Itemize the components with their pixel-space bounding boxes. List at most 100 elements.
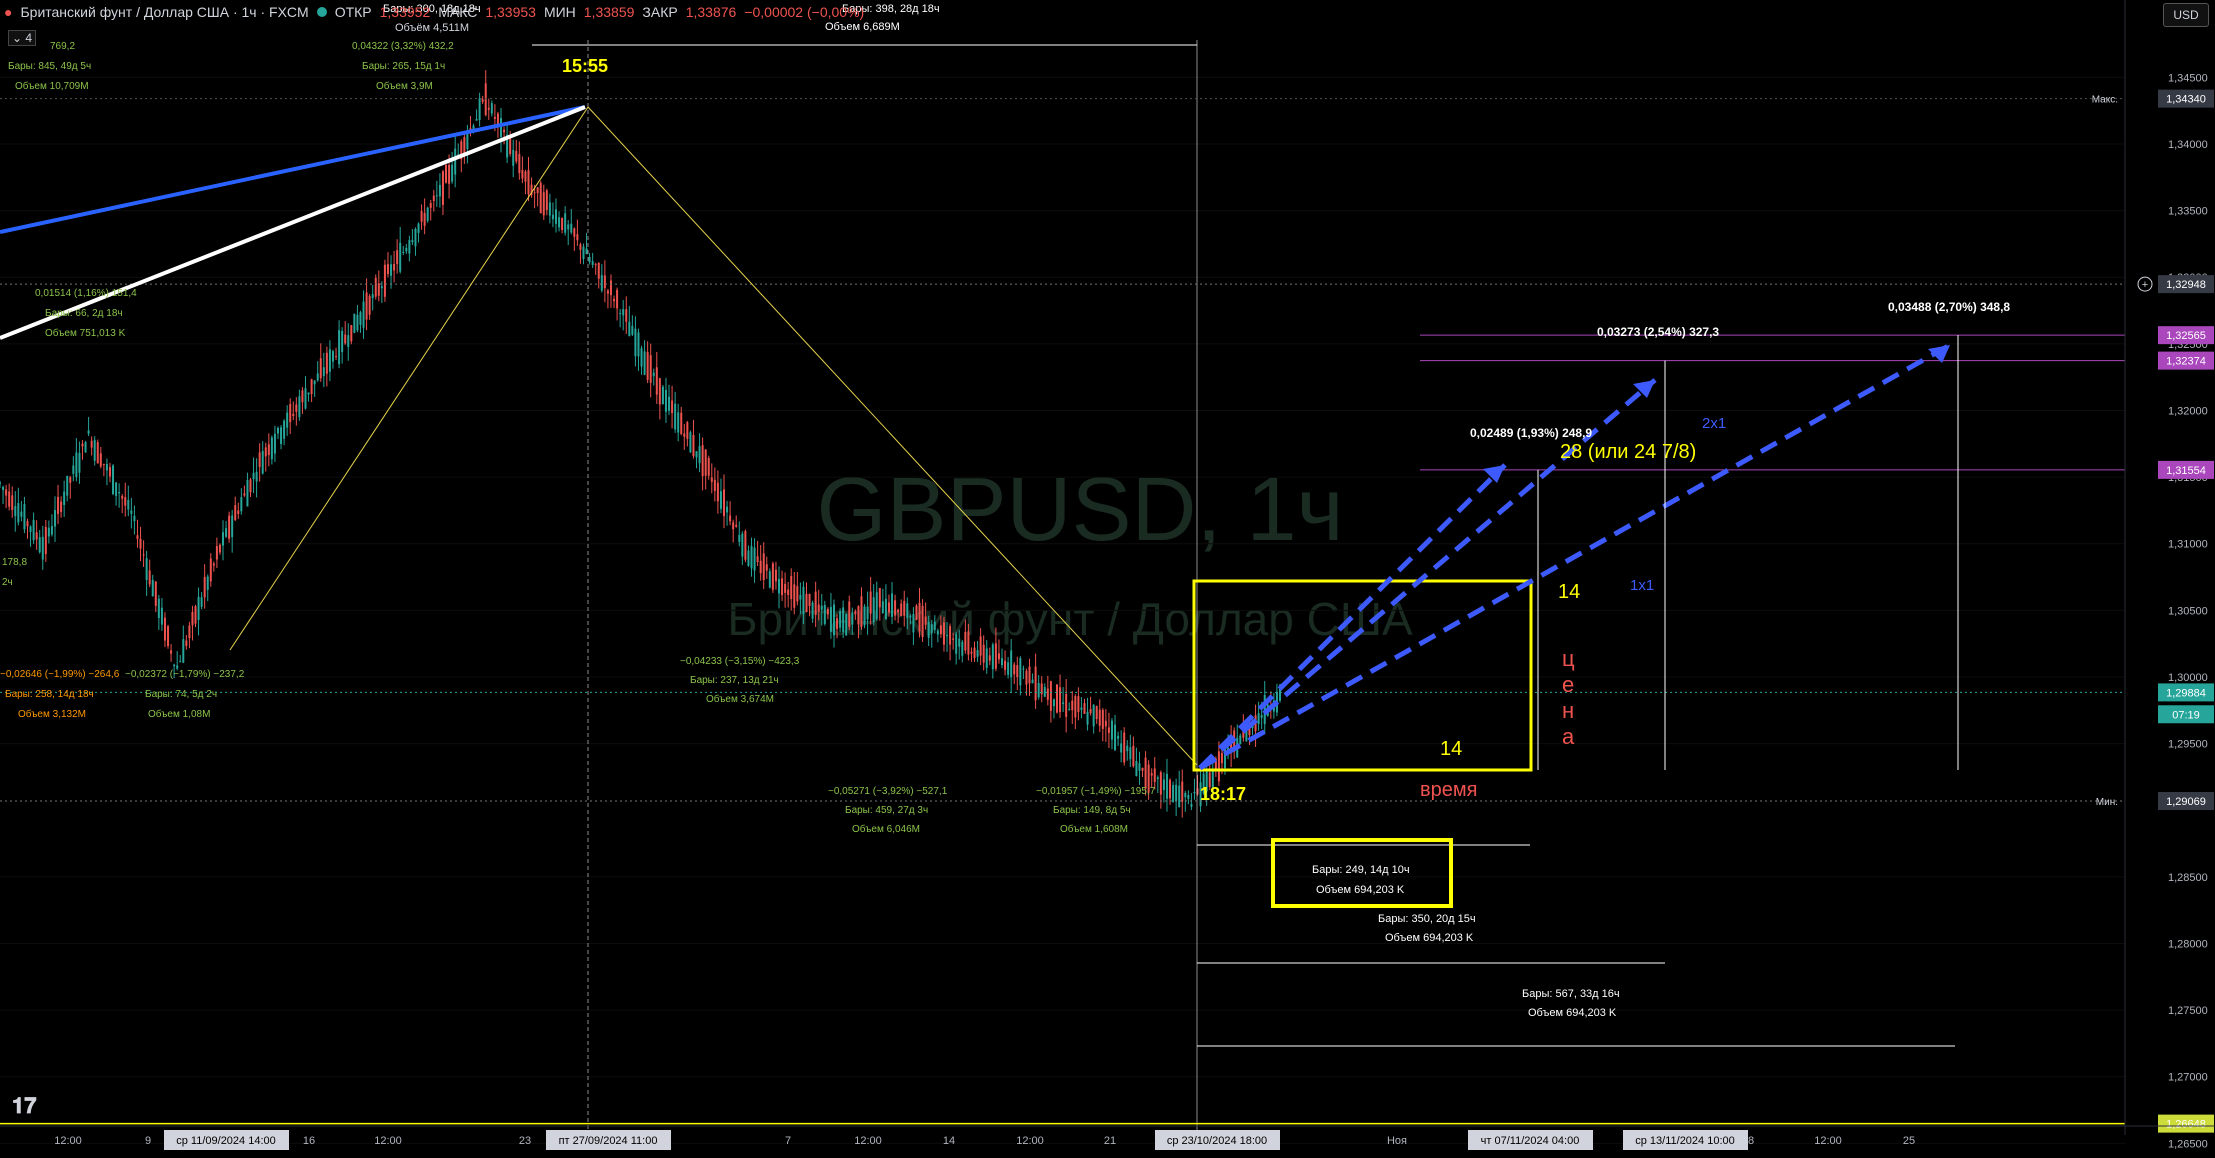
candle-body: [1257, 713, 1260, 725]
candle-body: [710, 477, 713, 482]
time-cursor-label: ср 11/09/2024 14:00: [176, 1135, 276, 1147]
candle-body: [539, 182, 542, 214]
candle-body: [991, 644, 994, 670]
candle-body: [273, 433, 276, 454]
header-volume: Объём 4,511M: [395, 22, 469, 34]
candle-body: [881, 601, 884, 613]
candle-body: [1123, 732, 1126, 763]
currency-button[interactable]: USD: [2163, 3, 2209, 27]
candle-body: [1068, 708, 1071, 710]
price-tick-label: 1,34500: [2168, 72, 2208, 84]
candle-body: [967, 631, 970, 655]
candle-body: [81, 443, 84, 447]
candle-body: [264, 447, 267, 457]
watermark-symbol: GBPUSD, 1ч: [816, 460, 1343, 560]
candle-body: [283, 420, 286, 439]
candle-body: [57, 496, 60, 514]
candle-body: [365, 292, 368, 320]
candle-body: [478, 98, 481, 121]
candle-body: [1178, 785, 1181, 808]
annotation-m_d1: −0,02372 (−1,79%) −237,2: [125, 669, 245, 680]
candle-body: [157, 598, 160, 619]
candle-body: [188, 625, 191, 639]
candle-body: [96, 442, 99, 464]
price-tick-label: 1,34000: [2168, 139, 2208, 151]
candle-body: [69, 477, 72, 483]
candle-body: [26, 521, 29, 527]
price-tick-label: 1,32000: [2168, 405, 2208, 417]
candle-body: [946, 635, 949, 637]
candle-body: [1107, 727, 1110, 733]
candle-body: [875, 592, 878, 620]
annotation-target2: 0,03273 (2,54%) 327,3: [1597, 325, 1719, 339]
candle-body: [545, 190, 548, 211]
candle-body: [240, 497, 243, 512]
annotation-m_f3: Объем 6,046M: [852, 823, 920, 835]
candle-body: [1153, 768, 1156, 783]
candle-body: [310, 379, 313, 395]
candle-body: [976, 650, 979, 657]
candle-body: [805, 593, 808, 613]
candle-body: [884, 598, 887, 620]
annotation-m_i1: Бары: 845, 49д 5ч: [8, 61, 91, 72]
annotation-top_time: 15:55: [562, 56, 608, 76]
candle-body: [591, 261, 594, 265]
candle-body: [481, 99, 484, 102]
close-value: 1,33876: [685, 4, 737, 20]
candle-body: [619, 313, 622, 315]
candle-body: [1034, 666, 1037, 701]
collapse-legend-button[interactable]: ⌄ 4: [8, 30, 37, 46]
candle-body: [148, 570, 151, 585]
candle-body: [445, 165, 448, 183]
candle-body: [927, 621, 930, 638]
chart-canvas[interactable]: GBPUSD, 1чБританский фунт / Доллар США 1…: [0, 0, 2215, 1158]
candle-body: [649, 355, 652, 383]
candle-body: [23, 504, 26, 530]
candle-body: [87, 430, 90, 434]
candle-body: [261, 450, 264, 474]
time-tick-label: 14: [943, 1135, 955, 1147]
candle-body: [637, 332, 640, 357]
candle-body: [674, 403, 677, 430]
candle-body: [930, 624, 933, 634]
annotation-price-letter: е: [1562, 672, 1574, 697]
annotation-m_i2: Объем 10,709M: [15, 80, 89, 92]
symbol-title[interactable]: Британский фунт / Доллар США · 1ч · FXCM: [20, 4, 308, 20]
candle-body: [301, 390, 304, 403]
candle-body: [655, 367, 658, 395]
candle-body: [997, 653, 1000, 660]
candle-body: [777, 578, 780, 594]
candle-body: [429, 203, 432, 208]
candle-body: [823, 604, 826, 624]
candle-body: [313, 380, 316, 385]
candle-body: [139, 538, 142, 549]
candle-body: [487, 107, 490, 110]
annotation-m_a3: Объем 3,9M: [376, 80, 433, 92]
candle-body: [1217, 751, 1220, 782]
candle-body: [151, 579, 154, 597]
candle-body: [331, 351, 334, 362]
candle-body: [631, 325, 634, 335]
candle-body: [719, 491, 722, 509]
annotation-box_side_count_bottom: 14: [1440, 738, 1462, 760]
candle-body: [411, 240, 414, 243]
candle-body: [832, 604, 835, 636]
high-label: МАКС: [438, 4, 478, 20]
candle-body: [671, 400, 674, 414]
candle-body: [554, 209, 557, 224]
candle-body: [817, 604, 820, 612]
annotation-m_g3: Объем 1,608M: [1060, 823, 1128, 835]
annotation-price-letter: н: [1562, 698, 1574, 723]
candle-body: [851, 612, 854, 625]
candle-body: [454, 148, 457, 175]
candle-body: [732, 522, 735, 530]
candle-body: [163, 617, 166, 641]
candle-body: [29, 526, 32, 533]
price-badge-label: 1,34340: [2166, 94, 2206, 106]
annotation-target1: 0,02489 (1,93%) 248,9: [1470, 426, 1592, 440]
candle-body: [341, 331, 344, 353]
candle-body: [115, 482, 118, 497]
candle-body: [304, 388, 307, 409]
candle-body: [894, 600, 897, 616]
candle-body: [136, 535, 139, 539]
